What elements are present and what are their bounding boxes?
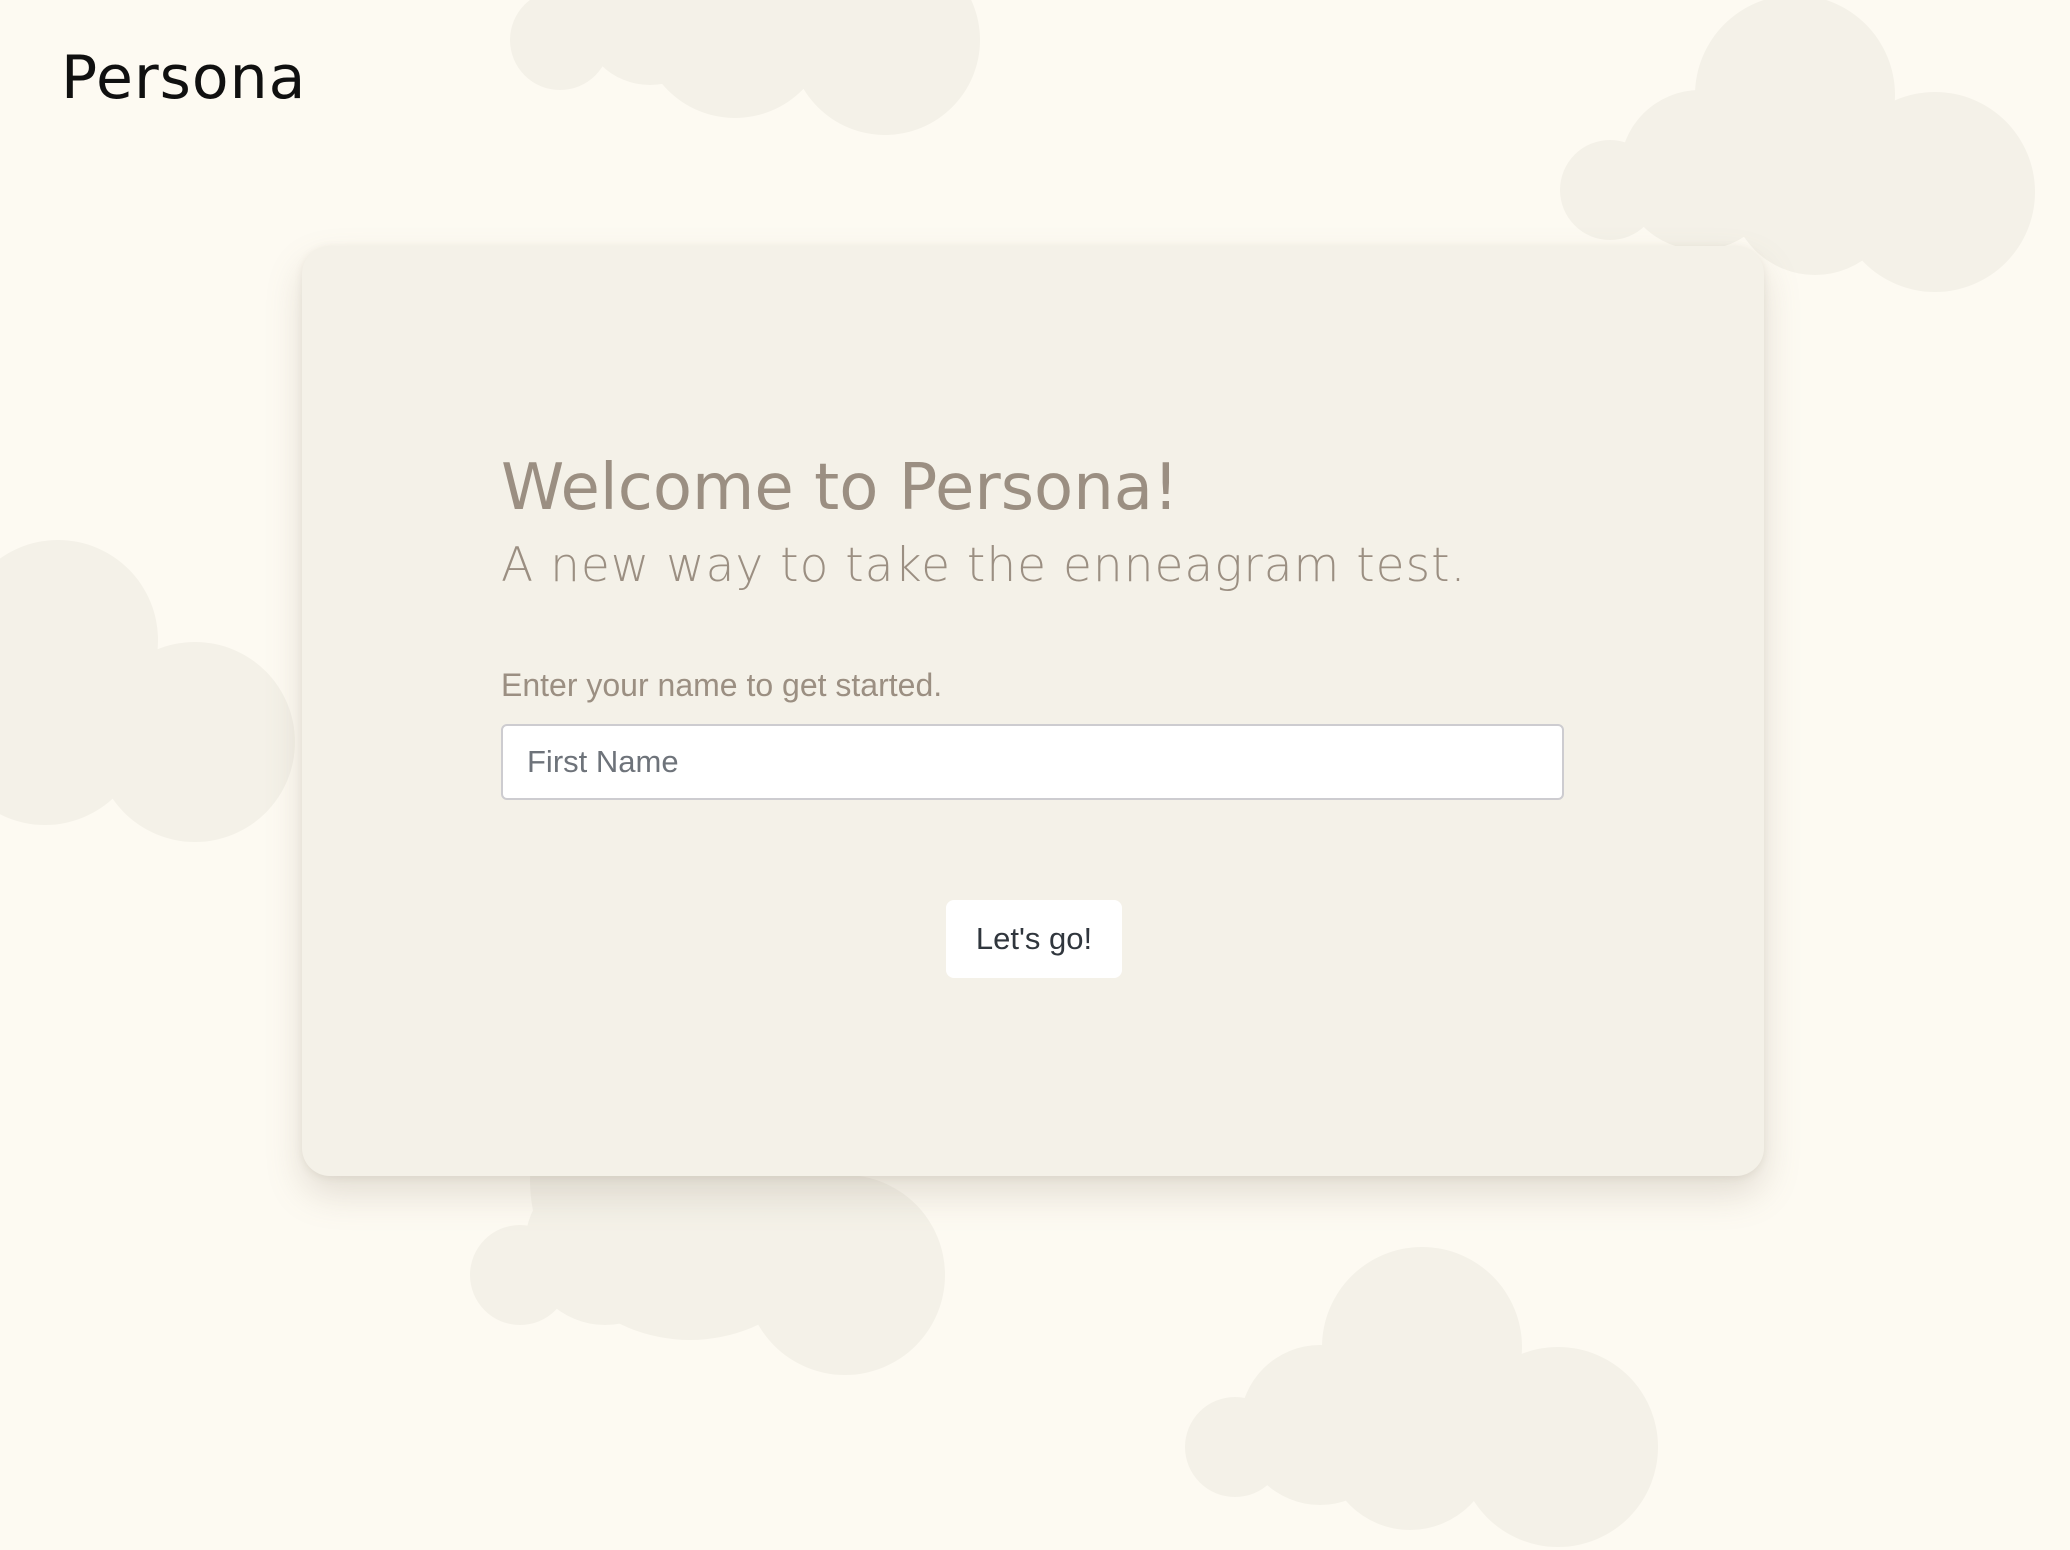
cloud-left <box>0 540 295 842</box>
cloud-top-center <box>510 0 980 135</box>
name-prompt: Enter your name to get started. <box>501 667 943 703</box>
first-name-input[interactable] <box>501 724 1564 800</box>
welcome-title: Welcome to Persona! <box>501 451 1179 525</box>
welcome-subtitle: A new way to take the enneagram test. <box>501 538 1467 593</box>
welcome-card: Welcome to Persona! A new way to take th… <box>302 246 1764 1176</box>
lets-go-button[interactable]: Let's go! <box>946 900 1122 978</box>
brand-logo: Persona <box>61 43 307 113</box>
cloud-bottom-right <box>1185 1247 1658 1547</box>
